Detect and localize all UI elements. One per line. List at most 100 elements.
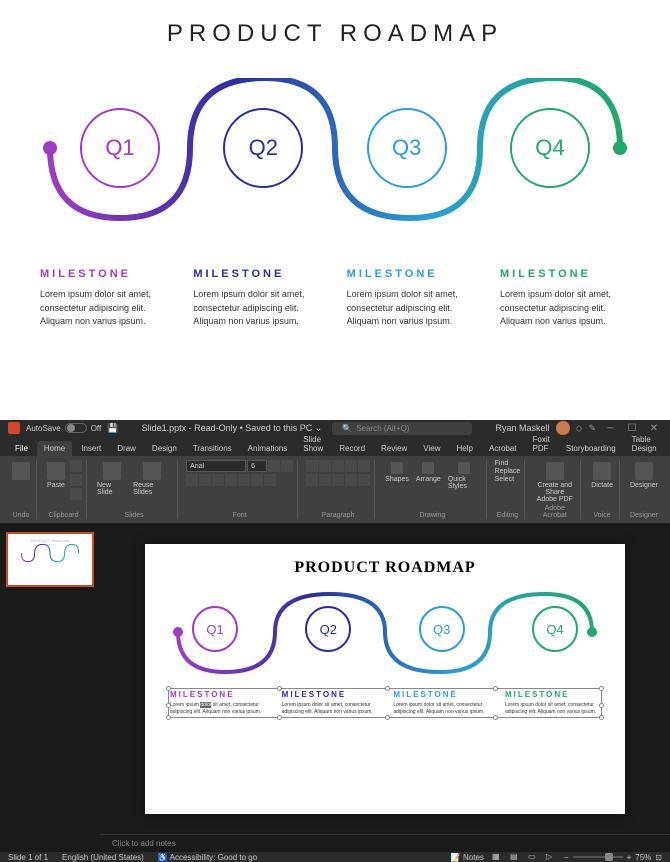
find-button[interactable]: Find bbox=[495, 460, 509, 467]
align-left-button[interactable] bbox=[306, 474, 318, 486]
slide-title[interactable]: PRODUCT ROADMAP bbox=[170, 559, 600, 577]
align-center-button[interactable] bbox=[319, 474, 331, 486]
zoom-level[interactable]: 75% bbox=[635, 853, 651, 862]
resize-handle[interactable] bbox=[385, 715, 390, 720]
zoom-out-button[interactable]: − bbox=[564, 853, 569, 862]
tab-transitions[interactable]: Transitions bbox=[186, 441, 239, 456]
minimize-button[interactable]: ─ bbox=[602, 420, 618, 436]
grow-font-button[interactable] bbox=[268, 460, 280, 472]
tab-draw[interactable]: Draw bbox=[110, 441, 143, 456]
tab-tabledesign[interactable]: Table Design bbox=[625, 432, 664, 456]
indent-inc-button[interactable] bbox=[345, 460, 357, 472]
tab-record[interactable]: Record bbox=[332, 441, 372, 456]
quick-styles-button[interactable]: Quick Styles bbox=[446, 460, 482, 492]
resize-handle[interactable] bbox=[385, 686, 390, 691]
accessibility-status[interactable]: ♿ Accessibility: Good to go bbox=[158, 853, 257, 862]
slide-q3[interactable]: Q3 bbox=[419, 606, 465, 652]
tab-design[interactable]: Design bbox=[145, 441, 184, 456]
normal-view-icon[interactable]: ▦ bbox=[492, 852, 502, 862]
italic-button[interactable] bbox=[199, 474, 211, 486]
tab-review[interactable]: Review bbox=[374, 441, 414, 456]
tab-view[interactable]: View bbox=[416, 441, 447, 456]
tab-acrobat[interactable]: Acrobat bbox=[482, 441, 524, 456]
justify-button[interactable] bbox=[345, 474, 357, 486]
slide-canvas[interactable]: PRODUCT ROADMAP Q1 Q2 Q3 Q4 bbox=[145, 544, 625, 814]
resize-handle[interactable] bbox=[493, 686, 498, 691]
zoom-in-button[interactable]: + bbox=[627, 853, 632, 862]
font-name-select[interactable] bbox=[186, 460, 246, 472]
shadow-button[interactable] bbox=[238, 474, 250, 486]
document-title[interactable]: Slide1.pptx - Read-Only • Saved to this … bbox=[142, 423, 323, 434]
shapes-button[interactable]: Shapes bbox=[383, 460, 411, 485]
copy-button[interactable] bbox=[70, 474, 82, 486]
slideshow-view-icon[interactable]: ▷ bbox=[546, 852, 556, 862]
notes-toggle[interactable]: 📝 Notes bbox=[451, 853, 484, 862]
notes-pane[interactable]: Click to add notes bbox=[100, 834, 670, 852]
autosave-toggle[interactable]: AutoSave Off bbox=[26, 423, 101, 433]
toggle-icon[interactable] bbox=[65, 423, 87, 433]
slide-milestone-3[interactable]: MILESTONE Lorem ipsum dolor sit amet, co… bbox=[393, 690, 488, 716]
tab-insert[interactable]: Insert bbox=[74, 441, 108, 456]
slide-milestone-4[interactable]: MILESTONE Lorem ipsum dolor sit amet, co… bbox=[505, 690, 600, 716]
slide-q4[interactable]: Q4 bbox=[532, 606, 578, 652]
line-spacing-button[interactable] bbox=[358, 460, 370, 472]
language-status[interactable]: English (United States) bbox=[62, 853, 144, 862]
new-slide-button[interactable]: New Slide bbox=[95, 460, 128, 498]
slide-milestone-2[interactable]: MILESTONE Lorem ipsum dolor sit amet, co… bbox=[282, 690, 377, 716]
format-painter-button[interactable] bbox=[70, 488, 82, 500]
bullets-button[interactable] bbox=[306, 460, 318, 472]
undo-button[interactable] bbox=[10, 460, 32, 482]
strike-button[interactable] bbox=[225, 474, 237, 486]
search-input[interactable]: 🔍 Search (Alt+Q) bbox=[332, 422, 472, 435]
acrobat-button[interactable]: Create and Share Adobe PDF bbox=[533, 460, 576, 505]
tab-layout[interactable]: Layout bbox=[666, 441, 670, 456]
font-size-select[interactable] bbox=[247, 460, 267, 472]
arrange-button[interactable]: Arrange bbox=[414, 460, 443, 485]
underline-button[interactable] bbox=[212, 474, 224, 486]
slide-count[interactable]: Slide 1 of 1 bbox=[8, 853, 48, 862]
canvas-scroll[interactable]: PRODUCT ROADMAP Q1 Q2 Q3 Q4 bbox=[100, 524, 670, 834]
slide-milestone-row[interactable]: MILESTONE Lorem ipsum dolor sit amet, co… bbox=[170, 690, 600, 716]
resize-handle[interactable] bbox=[493, 715, 498, 720]
tab-slideshow[interactable]: Slide Show bbox=[296, 432, 330, 456]
cut-button[interactable] bbox=[70, 460, 82, 472]
slide-thumbnail[interactable]: PRODUCT Roadmap bbox=[6, 532, 94, 587]
dictate-button[interactable]: Dictate bbox=[589, 460, 615, 491]
sorter-view-icon[interactable]: ▤ bbox=[510, 852, 520, 862]
slide-q2[interactable]: Q2 bbox=[305, 606, 351, 652]
tab-storyboarding[interactable]: Storyboarding bbox=[559, 441, 623, 456]
indent-dec-button[interactable] bbox=[332, 460, 344, 472]
reuse-slides-button[interactable]: Reuse Slides bbox=[131, 460, 173, 498]
reading-view-icon[interactable]: ▭ bbox=[528, 852, 538, 862]
avatar[interactable] bbox=[556, 421, 570, 435]
shrink-font-button[interactable] bbox=[281, 460, 293, 472]
font-color-button[interactable] bbox=[264, 474, 276, 486]
designer-button[interactable]: Designer bbox=[628, 460, 660, 491]
paste-button[interactable]: Paste bbox=[45, 460, 67, 491]
slide-wave[interactable]: Q1 Q2 Q3 Q4 bbox=[170, 592, 600, 682]
tab-file[interactable]: File bbox=[8, 441, 35, 456]
save-icon[interactable]: 💾 bbox=[107, 423, 118, 434]
tab-foxit[interactable]: Foxit PDF bbox=[526, 432, 557, 456]
pen-icon[interactable]: ✎ bbox=[588, 423, 596, 434]
columns-button[interactable] bbox=[358, 474, 370, 486]
spacing-button[interactable] bbox=[251, 474, 263, 486]
voice-label: Voice bbox=[589, 512, 615, 519]
clipboard-label: Clipboard bbox=[45, 512, 82, 519]
bold-button[interactable] bbox=[186, 474, 198, 486]
tab-home[interactable]: Home bbox=[37, 441, 72, 456]
tab-animations[interactable]: Animations bbox=[241, 441, 295, 456]
diamond-icon[interactable]: ◇ bbox=[576, 423, 583, 434]
thumbnail-panel[interactable]: 1 PRODUCT Roadmap bbox=[0, 524, 100, 852]
tab-help[interactable]: Help bbox=[449, 441, 479, 456]
slide-milestone-1[interactable]: MILESTONE Lorem ipsum dolor sit amet, co… bbox=[170, 690, 265, 716]
sm-title: MILESTONE bbox=[282, 690, 377, 699]
zoom-control[interactable]: − + 75% ⊡ bbox=[564, 853, 662, 862]
replace-button[interactable]: Replace bbox=[495, 468, 521, 475]
powerpoint-icon bbox=[8, 422, 20, 434]
select-button[interactable]: Select bbox=[495, 476, 514, 483]
align-right-button[interactable] bbox=[332, 474, 344, 486]
slide-q1[interactable]: Q1 bbox=[192, 606, 238, 652]
fit-button[interactable]: ⊡ bbox=[655, 853, 662, 862]
numbering-button[interactable] bbox=[319, 460, 331, 472]
